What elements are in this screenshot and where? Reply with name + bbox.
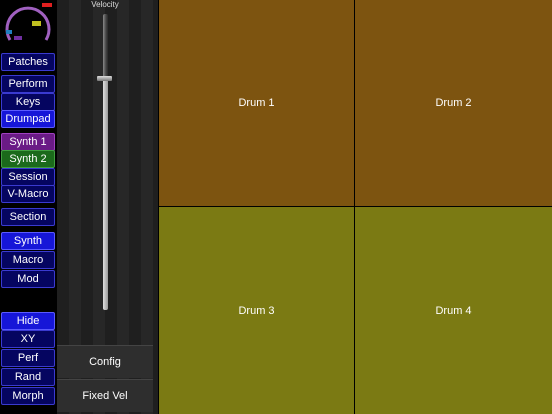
drum-pad-3[interactable]: Drum 3 xyxy=(159,207,354,414)
synth-button[interactable]: Synth xyxy=(1,232,55,250)
drum-pad-1[interactable]: Drum 1 xyxy=(159,0,354,206)
xy-button[interactable]: XY xyxy=(1,330,55,348)
gauge-icon[interactable] xyxy=(0,0,56,50)
velocity-slider-fill xyxy=(103,79,108,310)
macro-button[interactable]: Macro xyxy=(1,251,55,269)
drum-pad-2-label: Drum 2 xyxy=(435,97,472,109)
fixed-vel-button[interactable]: Fixed Vel xyxy=(57,379,153,412)
drum-pad-1-label: Drum 1 xyxy=(238,97,275,109)
gauge-marker-red xyxy=(42,3,52,7)
drum-pad-2[interactable]: Drum 2 xyxy=(355,0,552,206)
synth-2-button[interactable]: Synth 2 xyxy=(1,150,55,168)
section-button[interactable]: Section xyxy=(1,208,55,226)
drum-pad-grid: Drum 1 Drum 2 Drum 3 Drum 4 xyxy=(159,0,552,414)
synth-1-button[interactable]: Synth 1 xyxy=(1,133,55,151)
v-macro-button[interactable]: V-Macro xyxy=(1,185,55,203)
drumpad-button[interactable]: Drumpad xyxy=(1,110,55,128)
drum-pad-4-label: Drum 4 xyxy=(435,304,472,317)
perform-button[interactable]: Perform xyxy=(1,75,55,93)
nav-panel: Patches Perform Keys Drumpad Synth 1 Syn… xyxy=(0,0,56,414)
drum-pad-3-label: Drum 3 xyxy=(238,304,275,317)
keys-button[interactable]: Keys xyxy=(1,93,55,111)
mod-button[interactable]: Mod xyxy=(1,270,55,288)
session-button[interactable]: Session xyxy=(1,168,55,186)
gauge-arc xyxy=(5,6,51,41)
gauge-marker-blue xyxy=(6,30,12,34)
gauge-marker-yellow xyxy=(32,21,41,26)
velocity-title: Velocity xyxy=(91,0,119,9)
perf-button[interactable]: Perf xyxy=(1,349,55,367)
rand-button[interactable]: Rand xyxy=(1,368,55,386)
drum-pad-4[interactable]: Drum 4 xyxy=(355,207,552,414)
morph-button[interactable]: Morph xyxy=(1,387,55,405)
velocity-panel: Velocity Config Fixed Vel xyxy=(57,0,158,414)
velocity-slider-thumb[interactable] xyxy=(97,76,112,81)
hide-button[interactable]: Hide xyxy=(1,312,55,330)
gauge-marker-purple xyxy=(14,36,22,40)
config-button[interactable]: Config xyxy=(57,345,153,378)
patches-button[interactable]: Patches xyxy=(1,53,55,71)
